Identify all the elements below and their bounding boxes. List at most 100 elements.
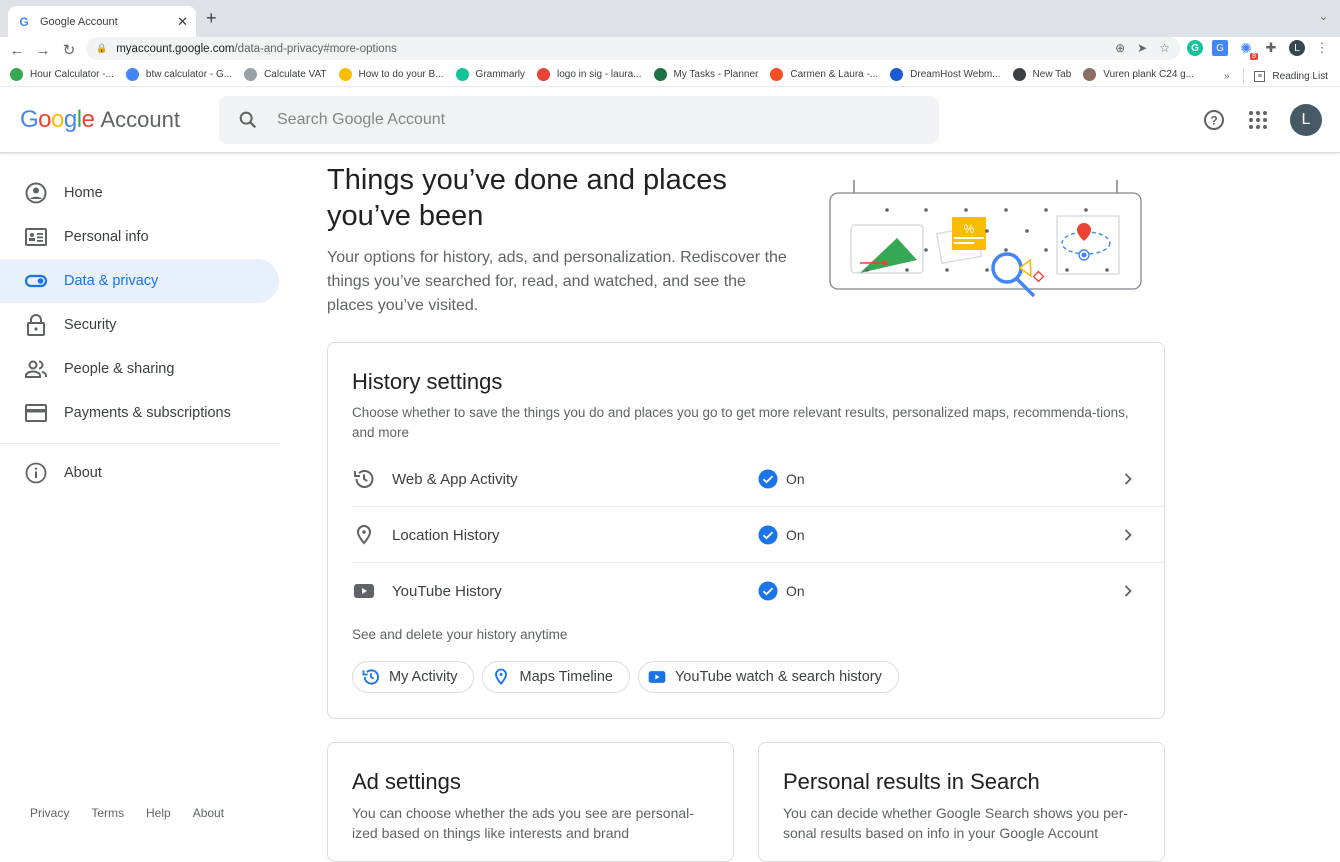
plant-icon bbox=[1083, 68, 1097, 81]
footer-help-link[interactable]: Help bbox=[146, 806, 171, 820]
apps-grid-icon[interactable] bbox=[1246, 108, 1270, 132]
send-icon[interactable]: ➤ bbox=[1137, 41, 1147, 55]
history-settings-title: History settings bbox=[352, 369, 503, 394]
personal-results-title: Personal results in Search bbox=[783, 769, 1040, 794]
bookmarks-overflow-icon[interactable]: » bbox=[1224, 71, 1230, 82]
search-input[interactable] bbox=[277, 111, 877, 129]
bookmark-item[interactable]: Calculate VAT bbox=[244, 68, 327, 81]
sidebar-item-about[interactable]: About bbox=[0, 451, 279, 495]
google-favicon-icon: G bbox=[19, 14, 29, 29]
web-app-activity-row[interactable]: Web & App Activity On bbox=[328, 451, 1164, 507]
account-avatar[interactable]: L bbox=[1290, 104, 1322, 136]
grammarly-extension-icon[interactable]: G bbox=[1187, 40, 1203, 56]
chip-label: My Activity bbox=[389, 669, 458, 685]
footer-about-link[interactable]: About bbox=[193, 806, 224, 820]
ad-settings-title: Ad settings bbox=[352, 769, 461, 794]
status-badge: On bbox=[758, 581, 805, 601]
extension-badge: 8 bbox=[1250, 53, 1258, 60]
bookmarks-bar: Hour Calculator -... btw calculator - G..… bbox=[0, 63, 1340, 87]
bookmark-label: My Tasks - Planner bbox=[673, 69, 759, 80]
forward-button[interactable]: → bbox=[30, 42, 56, 59]
bookmark-label: How to do your B... bbox=[358, 69, 444, 80]
ad-settings-card[interactable]: Ad settings You can choose whether the a… bbox=[327, 742, 734, 862]
bookmark-item[interactable]: Hour Calculator -... bbox=[10, 68, 114, 81]
sidebar-item-home[interactable]: Home bbox=[0, 171, 279, 215]
browser-menu-icon[interactable]: ⋮ bbox=[1314, 40, 1330, 56]
extensions-puzzle-icon[interactable]: ✚ bbox=[1263, 40, 1279, 56]
planner-icon bbox=[653, 68, 667, 81]
sidebar-item-security[interactable]: Security bbox=[0, 303, 279, 347]
grammarly-icon bbox=[455, 68, 469, 81]
app-header: Google Account ? L bbox=[0, 88, 1340, 153]
history-illustration: % bbox=[829, 180, 1142, 298]
help-icon[interactable]: ? bbox=[1202, 108, 1226, 132]
bookmark-item[interactable]: New Tab bbox=[1012, 68, 1072, 81]
youtube-history-row[interactable]: YouTube History On bbox=[328, 563, 1164, 619]
youtube-icon bbox=[354, 584, 374, 598]
google-logo: Google bbox=[20, 106, 95, 134]
browser-tabstrip: G Google Account ✕ + ⌄ bbox=[0, 0, 1340, 37]
search-box[interactable] bbox=[219, 96, 939, 144]
logo-letter: e bbox=[81, 106, 95, 133]
sidebar-item-data-privacy[interactable]: Data & privacy bbox=[0, 259, 279, 303]
browser-tab[interactable]: G Google Account ✕ bbox=[8, 6, 196, 37]
check-circle-icon bbox=[758, 581, 778, 601]
globe-icon bbox=[1012, 68, 1026, 81]
reading-list-label: Reading List bbox=[1272, 70, 1328, 82]
tab-search-chevron-icon[interactable]: ⌄ bbox=[1319, 10, 1328, 23]
bookmark-item[interactable]: DreamHost Webm... bbox=[890, 68, 1001, 81]
bookmark-item[interactable]: How to do your B... bbox=[338, 68, 444, 81]
row-label: Location History bbox=[392, 526, 500, 544]
microsoft-icon bbox=[770, 68, 784, 81]
zoom-icon[interactable]: ⊕ bbox=[1115, 41, 1125, 55]
bookmark-star-icon[interactable]: ☆ bbox=[1159, 41, 1170, 55]
status-badge: On bbox=[758, 469, 805, 489]
page-title: Things you’ve done and places you’ve bee… bbox=[327, 164, 727, 232]
bookmark-item[interactable]: Carmen & Laura -... bbox=[770, 68, 878, 81]
footer-terms-link[interactable]: Terms bbox=[91, 806, 124, 820]
row-label: YouTube History bbox=[392, 582, 502, 600]
address-bar[interactable]: 🔒 myaccount.google.com/data-and-privacy#… bbox=[86, 37, 1180, 60]
location-history-row[interactable]: Location History On bbox=[328, 507, 1164, 563]
chip-label: YouTube watch & search history bbox=[674, 669, 882, 685]
google-account-logo[interactable]: Google Account bbox=[20, 106, 180, 134]
maps-timeline-chip[interactable]: Maps Timeline bbox=[482, 661, 630, 693]
chip-label: Maps Timeline bbox=[519, 669, 613, 685]
history-chips: My Activity Maps Timeline YouTube watch … bbox=[352, 661, 899, 693]
reading-list-button[interactable]: » ≡ Reading List bbox=[1224, 68, 1328, 84]
gmail-icon bbox=[537, 68, 550, 81]
new-tab-button[interactable]: + bbox=[206, 8, 217, 29]
bookmark-item[interactable]: Grammarly bbox=[455, 68, 525, 81]
sidebar-item-label: Security bbox=[64, 317, 117, 333]
personal-results-card[interactable]: Personal results in Search You can decid… bbox=[758, 742, 1165, 862]
logo-letter: G bbox=[20, 106, 39, 133]
reload-button[interactable]: ↻ bbox=[56, 41, 82, 59]
back-button[interactable]: ← bbox=[4, 42, 30, 59]
my-activity-chip[interactable]: My Activity bbox=[352, 661, 475, 693]
tab-title: Google Account bbox=[40, 15, 118, 28]
location-pin-icon bbox=[356, 524, 372, 545]
bookmark-item[interactable]: Vuren plank C24 g... bbox=[1083, 68, 1194, 81]
bookmark-item[interactable]: My Tasks - Planner bbox=[653, 68, 759, 81]
sidebar-item-personal-info[interactable]: Personal info bbox=[0, 215, 279, 259]
profile-avatar[interactable]: L bbox=[1289, 40, 1305, 56]
hour-calculator-icon bbox=[10, 68, 23, 81]
sidebar-item-label: Home bbox=[64, 185, 103, 201]
sidebar-item-people-sharing[interactable]: People & sharing bbox=[0, 347, 279, 391]
extension-gear-icon[interactable]: ✺ 8 bbox=[1238, 40, 1258, 60]
sidebar-item-label: Payments & subscriptions bbox=[64, 405, 231, 421]
footer-privacy-link[interactable]: Privacy bbox=[30, 806, 69, 820]
translate-extension-icon[interactable]: G bbox=[1212, 40, 1228, 56]
svg-text:?: ? bbox=[1210, 114, 1217, 128]
bookmark-label: New Tab bbox=[1032, 69, 1072, 80]
close-tab-icon[interactable]: ✕ bbox=[177, 14, 188, 30]
dreamhost-icon bbox=[890, 68, 904, 81]
vat-icon bbox=[244, 68, 258, 81]
bookmark-item[interactable]: logo in sig - laura... bbox=[537, 68, 642, 81]
youtube-history-chip[interactable]: YouTube watch & search history bbox=[637, 661, 899, 693]
bookmark-item[interactable]: btw calculator - G... bbox=[125, 68, 232, 81]
info-icon bbox=[25, 462, 47, 484]
bookmark-label: logo in sig - laura... bbox=[557, 69, 642, 80]
sidebar-item-payments[interactable]: Payments & subscriptions bbox=[0, 391, 279, 435]
chevron-right-icon bbox=[1124, 585, 1132, 597]
